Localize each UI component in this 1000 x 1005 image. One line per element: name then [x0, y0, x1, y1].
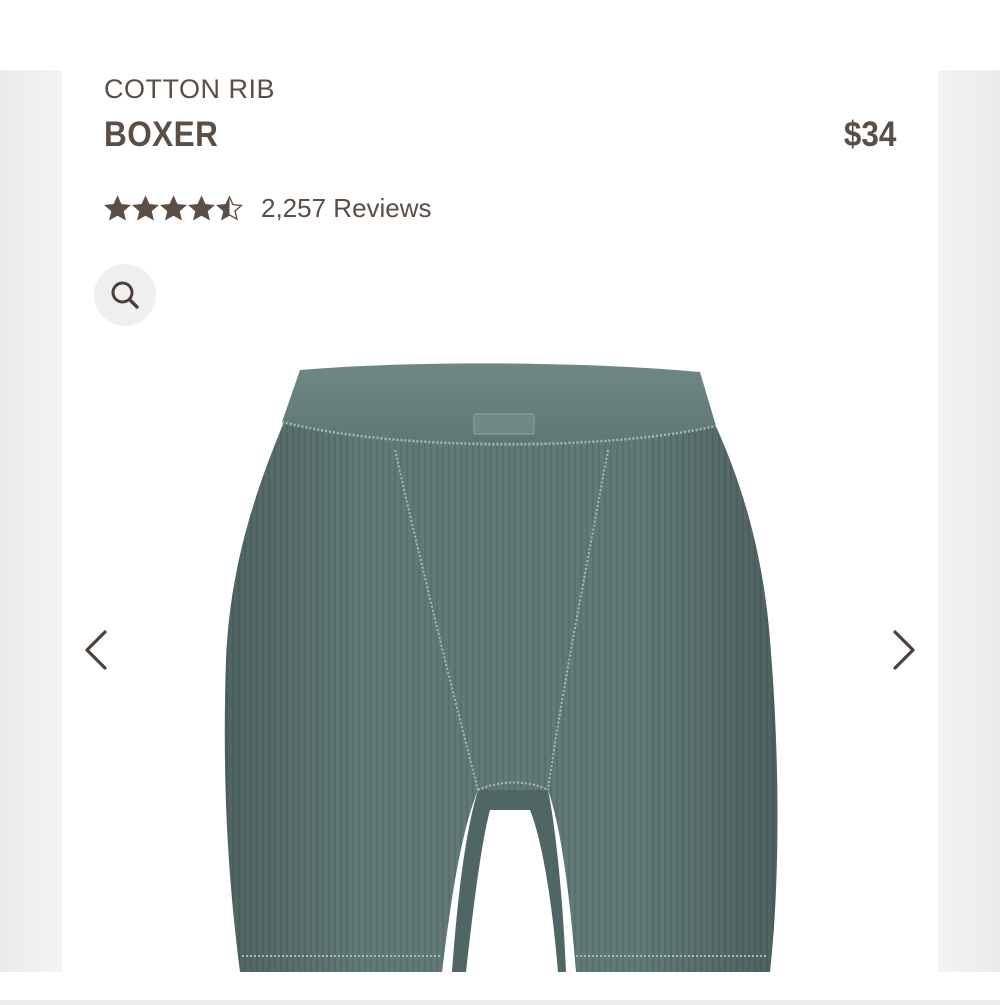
product-price: $34: [843, 115, 896, 154]
star-icon: [132, 194, 159, 221]
top-margin: [0, 0, 1000, 70]
reviews-count[interactable]: 2,257 Reviews: [261, 193, 432, 224]
star-icon: [160, 194, 187, 221]
search-icon: [111, 281, 139, 309]
left-margin: [0, 70, 62, 1000]
star-icon: [216, 194, 243, 221]
zoom-button[interactable]: [94, 264, 156, 326]
product-title: BOXER: [104, 115, 219, 154]
chevron-right-icon: [893, 630, 915, 670]
product-image: [190, 360, 810, 1000]
star-icon: [188, 194, 215, 221]
right-margin: [938, 70, 1000, 1000]
star-rating: [104, 194, 243, 222]
previous-image-button[interactable]: [72, 626, 120, 674]
rating-row[interactable]: 2,257 Reviews: [104, 190, 432, 226]
chevron-left-icon: [85, 630, 107, 670]
star-icon: [104, 194, 131, 221]
next-image-button[interactable]: [880, 626, 928, 674]
product-collection: COTTON RIB: [104, 74, 276, 104]
